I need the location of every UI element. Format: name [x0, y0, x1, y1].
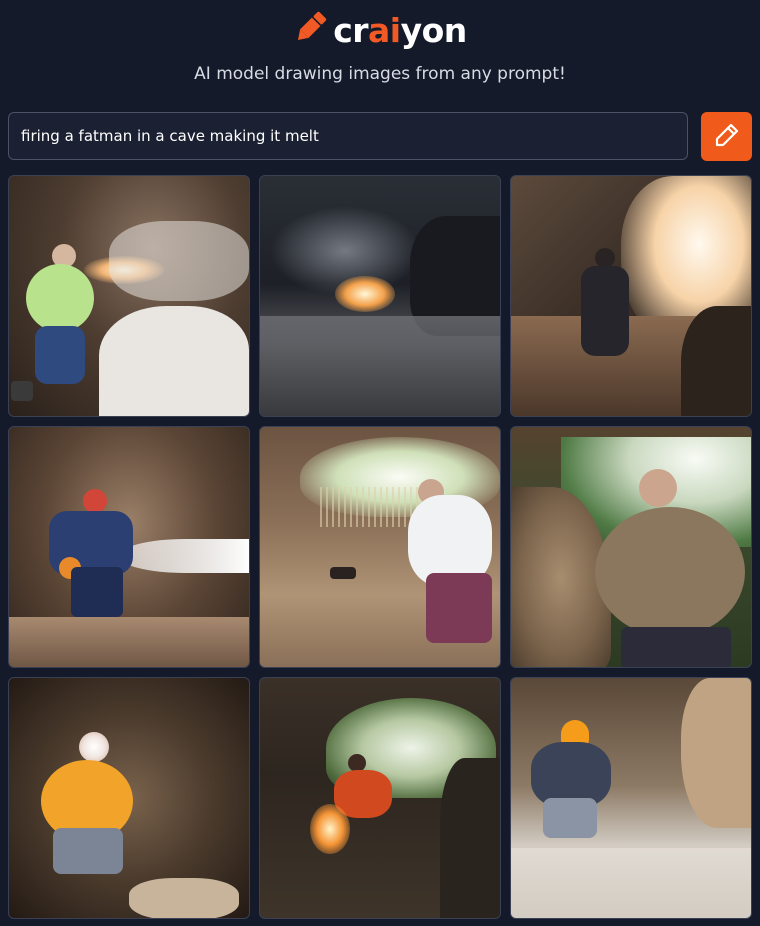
result-image[interactable]: [510, 677, 752, 919]
result-image[interactable]: [259, 175, 501, 417]
result-image[interactable]: [8, 677, 250, 919]
pencil-icon: [713, 121, 741, 152]
tagline: AI model drawing images from any prompt!: [194, 64, 566, 84]
draw-button[interactable]: [701, 112, 752, 161]
result-image[interactable]: [259, 677, 501, 919]
result-image[interactable]: [259, 426, 501, 668]
logo[interactable]: craiyon: [0, 10, 760, 50]
prompt-input[interactable]: [8, 112, 688, 160]
result-image[interactable]: [510, 175, 752, 417]
pencil-logo-icon: [293, 10, 327, 50]
header: craiyon AI model drawing images from any…: [0, 0, 760, 110]
result-image[interactable]: [8, 426, 250, 668]
results-grid: [8, 175, 752, 919]
result-image[interactable]: [8, 175, 250, 417]
result-image[interactable]: [510, 426, 752, 668]
logo-text: craiyon: [333, 10, 467, 50]
